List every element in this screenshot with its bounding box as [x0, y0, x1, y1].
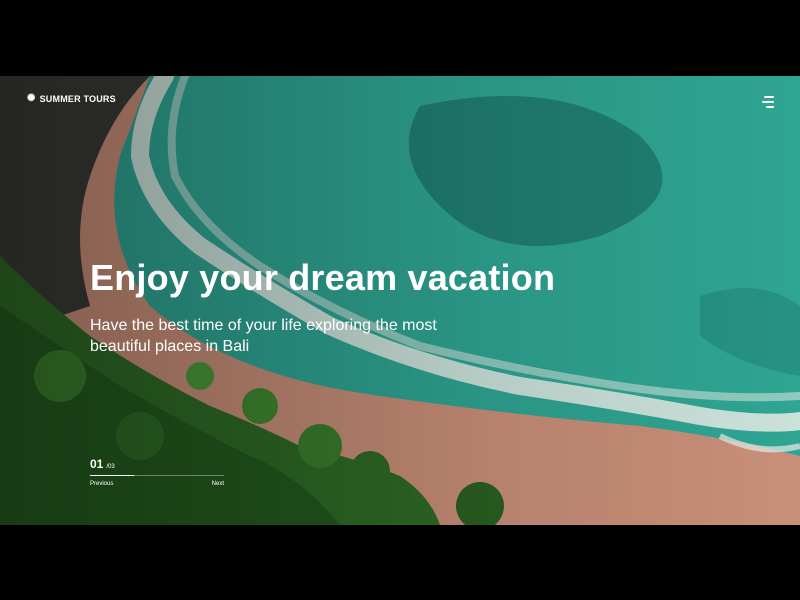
- slide-controls: 01 /03 Previous Next: [90, 457, 224, 487]
- menu-icon[interactable]: [762, 96, 774, 108]
- next-slide-button[interactable]: Next: [212, 481, 224, 487]
- sun-icon: ✺: [27, 93, 36, 104]
- slide-total-number: /03: [106, 464, 115, 470]
- slide-current-number: 01: [90, 457, 104, 471]
- slide-progress-track: [90, 475, 224, 476]
- menu-icon-line: [766, 106, 774, 108]
- hero-subtitle: Have the best time of your life explorin…: [90, 317, 437, 355]
- previous-slide-button[interactable]: Previous: [90, 481, 113, 487]
- slide-progress-fill: [90, 475, 135, 476]
- slide-counter: 01 /03: [90, 457, 224, 471]
- slide-nav: Previous Next: [90, 481, 224, 487]
- brand-name: SUMMER TOURS: [39, 94, 116, 104]
- menu-icon-line: [762, 101, 774, 103]
- menu-icon-line: [764, 96, 774, 98]
- hero-section: ✺ SUMMER TOURS Enjoy your dream vacation…: [0, 76, 800, 525]
- brand-logo[interactable]: ✺ SUMMER TOURS: [27, 93, 116, 105]
- hero-title: Enjoy your dream vacation: [90, 257, 556, 298]
